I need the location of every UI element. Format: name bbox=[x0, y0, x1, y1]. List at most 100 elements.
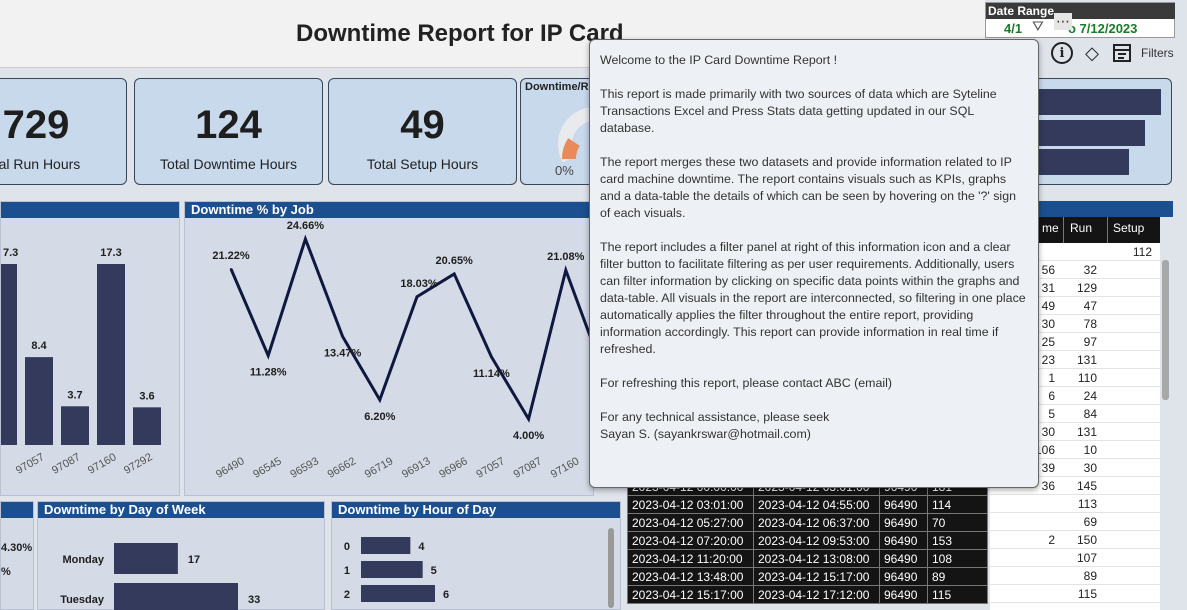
y-tick: 2 bbox=[344, 589, 350, 601]
table-cell: 1 bbox=[1048, 371, 1055, 385]
x-tick: 96719 bbox=[363, 455, 395, 481]
table-cell: 113 bbox=[1077, 497, 1097, 511]
kpi-label: Total Downtime Hours bbox=[160, 156, 297, 172]
downtime-by-job-panel: 7.3 8.4 97057 3.7 97087 17.3 97160 3.6 97292 bbox=[0, 201, 180, 496]
summary-scrollbar[interactable] bbox=[1162, 260, 1169, 400]
downtime-pct-panel: Downtime % by Job 21.22% 96490 11.28% 96545… bbox=[184, 201, 594, 496]
table-row[interactable]: 113 bbox=[990, 495, 1160, 513]
table-cell: 89 bbox=[1083, 569, 1097, 583]
x-tick: 97160 bbox=[86, 451, 118, 477]
table-cell: 112 bbox=[1132, 245, 1152, 259]
table-row[interactable]: 69 bbox=[990, 513, 1160, 531]
table-row[interactable]: 107 bbox=[990, 549, 1160, 567]
left-partial-label-top: 4.30% bbox=[1, 542, 33, 554]
data-label: 11.28% bbox=[250, 367, 287, 379]
table-cell: 30 bbox=[1041, 317, 1055, 331]
y-tick: 1 bbox=[344, 565, 350, 577]
left-partial-panel: 4.30% % bbox=[0, 501, 34, 610]
table-cell: 115 bbox=[927, 585, 988, 604]
date-range-label: Date Range bbox=[986, 3, 1175, 19]
kpi-card-downtime-hours: 124 Total Downtime Hours bbox=[134, 78, 323, 185]
table-cell: 2023-04-12 15:17:00 bbox=[627, 585, 754, 604]
table-cell: 56 bbox=[1041, 263, 1055, 277]
table-cell: 96490 bbox=[879, 513, 928, 532]
downtime-data-table[interactable]: 2023-04-12 00:00:002023-04-12 03:01:0096… bbox=[627, 477, 988, 604]
data-label: 18.03% bbox=[400, 278, 438, 290]
table-row[interactable]: 89 bbox=[990, 567, 1160, 585]
gauge-title: Downtime/R bbox=[525, 81, 589, 93]
data-label: 21.22% bbox=[212, 250, 250, 262]
x-tick: 97160 bbox=[549, 455, 581, 481]
table-cell: 31 bbox=[1041, 281, 1055, 295]
date-range-start[interactable]: 4/1 bbox=[1004, 21, 1022, 36]
info-icon[interactable]: i bbox=[1051, 42, 1073, 64]
table-cell: 25 bbox=[1041, 335, 1055, 349]
table-cell: 89 bbox=[927, 567, 988, 586]
kpi-label: Total Setup Hours bbox=[366, 156, 479, 172]
table-cell: 24 bbox=[1083, 389, 1097, 403]
table-cell: 129 bbox=[1076, 281, 1097, 295]
x-tick: 97292 bbox=[122, 451, 154, 477]
downtime-pct-chart: 21.22% 96490 11.28% 96545 24.66% 96593 13.47% 9… bbox=[212, 220, 591, 481]
summary-header-col: Setup bbox=[1113, 221, 1145, 235]
table-row[interactable]: 2023-04-12 15:17:00 2023-04-12 17:12:00 96… bbox=[627, 585, 988, 604]
bar bbox=[61, 406, 89, 445]
table-cell: 2023-04-12 03:01:00 bbox=[627, 495, 754, 514]
table-cell: 30 bbox=[1041, 425, 1055, 439]
data-point bbox=[341, 335, 344, 338]
bar-label: 6 bbox=[443, 589, 449, 601]
bar bbox=[25, 357, 53, 445]
table-cell: 36 bbox=[1041, 479, 1055, 493]
table-cell: 10 bbox=[1083, 443, 1097, 457]
x-tick: 96545 bbox=[251, 455, 283, 481]
table-row[interactable]: 2023-04-12 07:20:00 2023-04-12 09:53:00 96… bbox=[627, 531, 988, 550]
eraser-icon[interactable]: ◇ bbox=[1081, 42, 1103, 64]
kpi-bars-card bbox=[1020, 78, 1172, 185]
table-cell: 96490 bbox=[879, 567, 928, 586]
table-cell: 70 bbox=[927, 513, 988, 532]
tooltip-paragraph: Welcome to the IP Card Downtime Report ! bbox=[600, 53, 838, 67]
table-cell: 150 bbox=[1076, 533, 1097, 547]
bar bbox=[133, 407, 161, 445]
gauge-min-label: 0% bbox=[555, 163, 574, 178]
data-point bbox=[490, 355, 493, 358]
table-cell: 107 bbox=[1076, 551, 1097, 565]
table-row[interactable]: 2023-04-12 13:48:00 2023-04-12 15:17:00 96… bbox=[627, 567, 988, 586]
hour-of-day-panel: Downtime by Hour of Day 0 4 1 5 2 6 bbox=[331, 501, 621, 610]
bar-label: 8.4 bbox=[31, 340, 47, 352]
filters-panel-icon[interactable] bbox=[1111, 42, 1133, 64]
data-label: 4.00% bbox=[513, 430, 544, 442]
data-point bbox=[453, 272, 456, 275]
table-row[interactable]: 115 bbox=[990, 585, 1160, 603]
bar bbox=[361, 537, 411, 554]
filter-icon[interactable]: ⛛ bbox=[1032, 18, 1044, 35]
table-cell: 2023-04-12 09:53:00 bbox=[753, 531, 880, 550]
x-tick: 97087 bbox=[50, 451, 82, 477]
more-icon[interactable]: ⋯ bbox=[1054, 13, 1072, 30]
table-row[interactable]: 2 150 bbox=[990, 531, 1160, 549]
table-cell: 23 bbox=[1041, 353, 1055, 367]
bar bbox=[361, 585, 435, 602]
table-cell: 2023-04-12 04:55:00 bbox=[753, 495, 880, 514]
date-range-end[interactable]: o 7/12/2023 bbox=[1068, 21, 1137, 36]
table-cell: 2023-04-12 07:20:00 bbox=[627, 531, 754, 550]
date-range-slicer[interactable]: Date Range 4/1 o 7/12/2023 ⛛ ⋯ bbox=[985, 2, 1175, 38]
bar-label: 4 bbox=[418, 541, 425, 553]
tooltip-paragraph: The report includes a filter panel at ri… bbox=[600, 240, 1026, 356]
tooltip-paragraph: The report merges these two datasets and… bbox=[600, 155, 1016, 220]
table-cell: 84 bbox=[1083, 407, 1097, 421]
bar bbox=[361, 561, 423, 578]
table-cell: 39 bbox=[1041, 461, 1055, 475]
x-tick: 96913 bbox=[400, 455, 432, 481]
table-row[interactable]: 2023-04-12 03:01:00 2023-04-12 04:55:00 96… bbox=[627, 495, 988, 514]
table-row[interactable]: 2023-04-12 05:27:00 2023-04-12 06:37:00 96… bbox=[627, 513, 988, 532]
page-title: Downtime Report for IP Card bbox=[296, 20, 624, 47]
table-cell: 30 bbox=[1083, 461, 1097, 475]
table-row[interactable]: 2023-04-12 11:20:00 2023-04-12 13:08:00 96… bbox=[627, 549, 988, 568]
x-tick: 96490 bbox=[214, 455, 246, 481]
bar-label: 3.7 bbox=[67, 389, 82, 401]
table-cell: 131 bbox=[1076, 353, 1097, 367]
table-cell: 131 bbox=[1076, 425, 1097, 439]
scrollbar[interactable] bbox=[608, 528, 614, 608]
filters-label[interactable]: Filters bbox=[1141, 46, 1174, 60]
